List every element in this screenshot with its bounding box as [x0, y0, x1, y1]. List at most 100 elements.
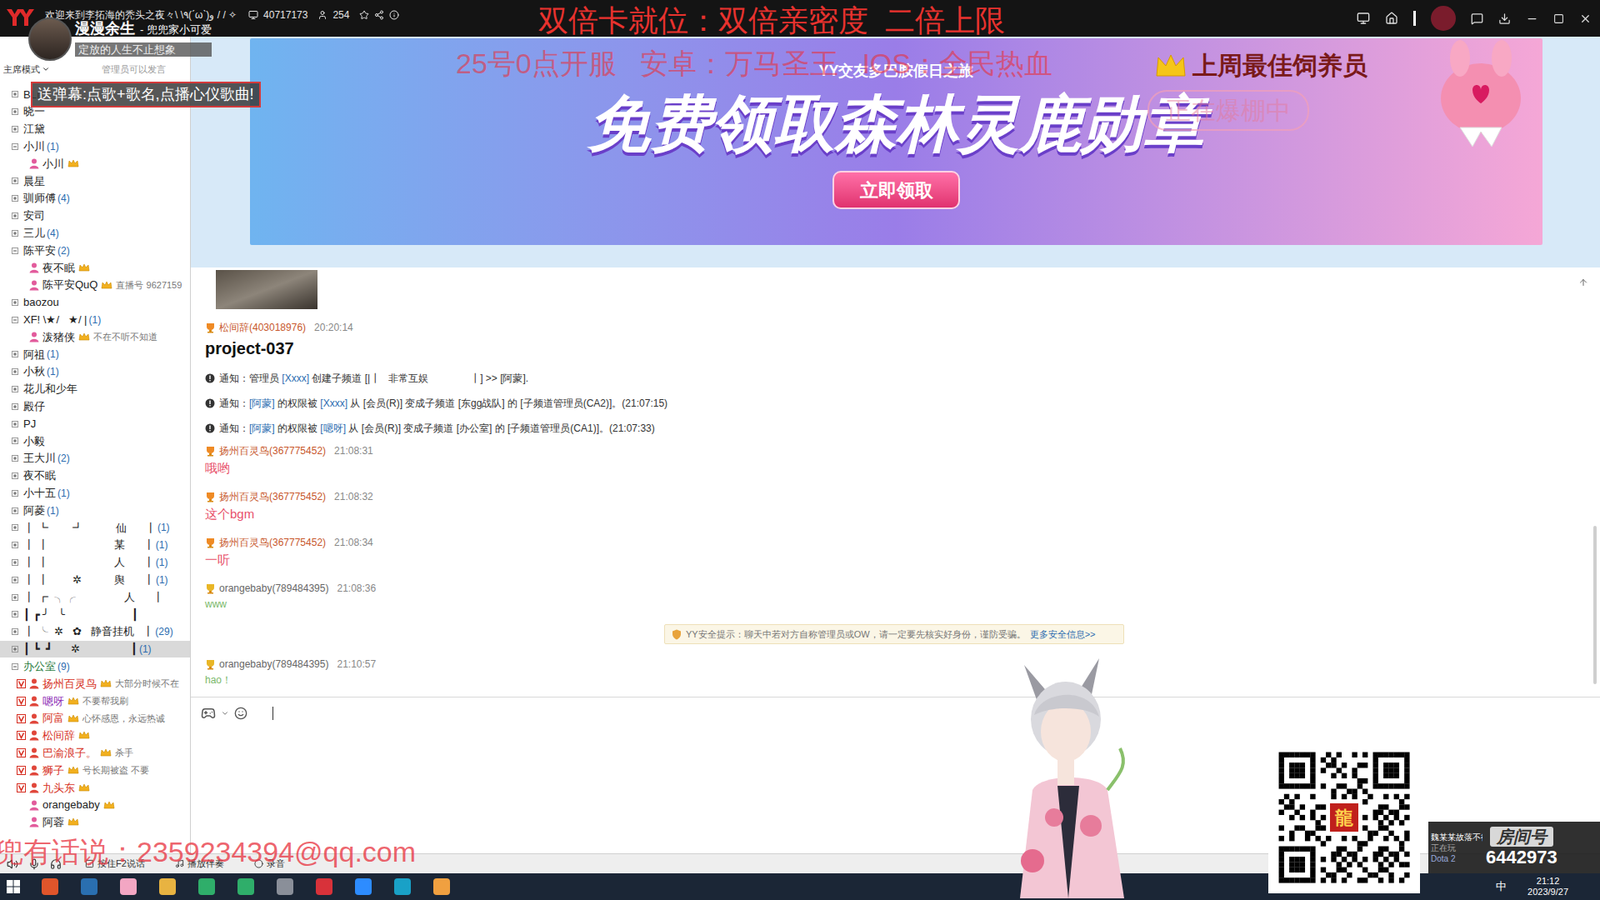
- channel-row[interactable]: 花儿和少年: [0, 380, 190, 399]
- expand-icon[interactable]: [11, 437, 19, 445]
- expand-icon[interactable]: [11, 403, 19, 410]
- taskbar-app-icon[interactable]: [275, 877, 295, 896]
- favorite-icon[interactable]: [359, 10, 370, 20]
- expand-icon[interactable]: [11, 212, 19, 220]
- channel-row[interactable]: 安司: [0, 207, 190, 225]
- member-row[interactable]: 夜不眠: [0, 259, 190, 277]
- safety-link[interactable]: 更多安全信息>>: [1030, 627, 1096, 642]
- expand-icon[interactable]: [11, 455, 19, 462]
- sender-name[interactable]: 扬州百灵鸟(367775452): [219, 490, 326, 504]
- channel-row[interactable]: ┃ ╰ ✲ ✿ 静音挂机 ┃(29): [0, 623, 190, 641]
- expand-icon[interactable]: [11, 507, 19, 515]
- member-row[interactable]: 阿蓉: [0, 813, 190, 831]
- member-row[interactable]: 巴渝浪子。杀手: [0, 744, 190, 762]
- game-icon[interactable]: [200, 705, 216, 721]
- ime-indicator[interactable]: 中: [1495, 878, 1507, 895]
- expand-icon[interactable]: [11, 628, 19, 635]
- clock[interactable]: 21:122023/9/27: [1527, 875, 1569, 898]
- taskbar-app-icon[interactable]: [119, 877, 138, 896]
- expand-icon[interactable]: [11, 385, 19, 393]
- channel-row[interactable]: baozou: [0, 294, 190, 312]
- taskbar-app-icon[interactable]: [432, 877, 451, 896]
- member-row[interactable]: 泼猪侠不在不听不知道: [0, 328, 190, 346]
- sender-name[interactable]: 扬州百灵鸟(367775452): [219, 444, 326, 458]
- start-icon[interactable]: [6, 880, 20, 894]
- sender-name[interactable]: 扬州百灵鸟(367775452): [219, 535, 326, 550]
- channel-row[interactable]: 小川(1): [0, 137, 190, 155]
- notice-link[interactable]: [Xxxx]: [320, 397, 348, 410]
- channel-row[interactable]: 阿菱(1): [0, 501, 190, 520]
- expand-icon[interactable]: [11, 299, 19, 306]
- expand-icon[interactable]: [11, 350, 19, 358]
- channel-row[interactable]: ┃ ┗ ┛ 仙 ┃(1): [0, 519, 190, 537]
- member-row[interactable]: 扬州百灵鸟大部分时候不在: [0, 675, 190, 693]
- download-icon[interactable]: [1498, 12, 1511, 25]
- dropdown-icon[interactable]: [41, 65, 50, 74]
- taskbar-app-icon[interactable]: [393, 877, 412, 896]
- expand-icon[interactable]: [11, 90, 19, 98]
- member-row[interactable]: 松间辞: [0, 726, 190, 745]
- expand-icon[interactable]: [11, 472, 19, 480]
- member-row[interactable]: orangebaby: [0, 796, 190, 815]
- close-icon[interactable]: [1579, 12, 1592, 25]
- channel-row[interactable]: XF! \★/ ★/ |(1): [0, 310, 190, 329]
- emoji-icon[interactable]: [234, 706, 248, 720]
- member-row[interactable]: 小川: [0, 155, 190, 173]
- mode-row[interactable]: 主席模式管理员可以发言: [0, 60, 190, 78]
- member-row[interactable]: 狮子号长期被盗 不要: [0, 761, 190, 780]
- sender-name[interactable]: orangebaby(789484395): [219, 581, 329, 595]
- info-icon[interactable]: [389, 10, 400, 20]
- expand-icon[interactable]: [11, 125, 19, 133]
- notice-link[interactable]: [阿蒙]: [249, 397, 275, 410]
- channel-row[interactable]: 小毅: [0, 432, 190, 450]
- chat-image[interactable]: [215, 270, 318, 310]
- taskbar-app-icon[interactable]: [158, 877, 177, 896]
- channel-row[interactable]: 驯师傅(4): [0, 190, 190, 208]
- member-row[interactable]: 嗯呀不要帮我刷: [0, 692, 190, 710]
- channel-row[interactable]: ┃ ┗ ┛ ✲ ┃(1): [0, 640, 190, 659]
- more-icon[interactable]: [220, 709, 230, 718]
- channel-row[interactable]: 三儿(4): [0, 224, 190, 242]
- maximize-icon[interactable]: [1553, 13, 1565, 25]
- channel-row[interactable]: 王大川(2): [0, 450, 190, 468]
- channel-row[interactable]: ┃ ┃ ✲ 舆 ┃(1): [0, 570, 190, 589]
- collapse-icon[interactable]: [11, 663, 19, 670]
- expand-icon[interactable]: [11, 645, 19, 653]
- taskbar-app-icon[interactable]: [315, 877, 334, 896]
- expand-icon[interactable]: [11, 559, 19, 566]
- notice-link[interactable]: [嗯呀]: [320, 422, 346, 435]
- channel-row[interactable]: ┃ ┏ ╯ ╰ ┃: [0, 605, 190, 624]
- channel-row[interactable]: ┃ ┏ ╮╭ 人 ┃: [0, 588, 190, 606]
- claim-button[interactable]: 立即领取: [832, 170, 960, 210]
- expand-icon[interactable]: [11, 108, 19, 115]
- yy-logo-icon[interactable]: [5, 7, 35, 28]
- channel-row[interactable]: 小秋(1): [0, 363, 190, 381]
- minimize-icon[interactable]: [1525, 12, 1539, 25]
- taskbar-app-icon[interactable]: [40, 877, 60, 896]
- channel-row[interactable]: ┃ ┃ 人 ┃(1): [0, 554, 190, 572]
- channel-row[interactable]: 陈平安(2): [0, 241, 190, 260]
- channel-row[interactable]: 阿祖(1): [0, 345, 190, 364]
- channel-row[interactable]: PJ: [0, 415, 190, 433]
- expand-icon[interactable]: [11, 524, 19, 531]
- taskbar-app-icon[interactable]: [80, 877, 99, 896]
- notice-link[interactable]: [阿蒙]: [249, 422, 275, 435]
- expand-icon[interactable]: [11, 195, 19, 202]
- collapse-icon[interactable]: [11, 143, 19, 150]
- member-row[interactable]: 阿富心怀感恩，永远热诚: [0, 710, 190, 728]
- screen-icon[interactable]: [1356, 11, 1370, 25]
- expand-icon[interactable]: [11, 610, 19, 618]
- channel-row[interactable]: 江黛: [0, 120, 190, 139]
- message-icon[interactable]: [1470, 12, 1484, 25]
- notice-link[interactable]: [Xxxx]: [281, 372, 310, 385]
- channel-row[interactable]: 晨星: [0, 172, 190, 190]
- expand-icon[interactable]: [11, 230, 19, 237]
- taskbar-app-icon[interactable]: [236, 877, 255, 896]
- expand-icon[interactable]: [11, 594, 19, 601]
- scroll-top-icon[interactable]: [1578, 277, 1589, 288]
- channel-row[interactable]: 小十五(1): [0, 484, 190, 502]
- expand-icon[interactable]: [11, 420, 19, 428]
- share-icon[interactable]: [374, 10, 385, 20]
- member-row[interactable]: 九头东: [0, 779, 190, 797]
- sender-name[interactable]: orangebaby(789484395): [219, 657, 329, 671]
